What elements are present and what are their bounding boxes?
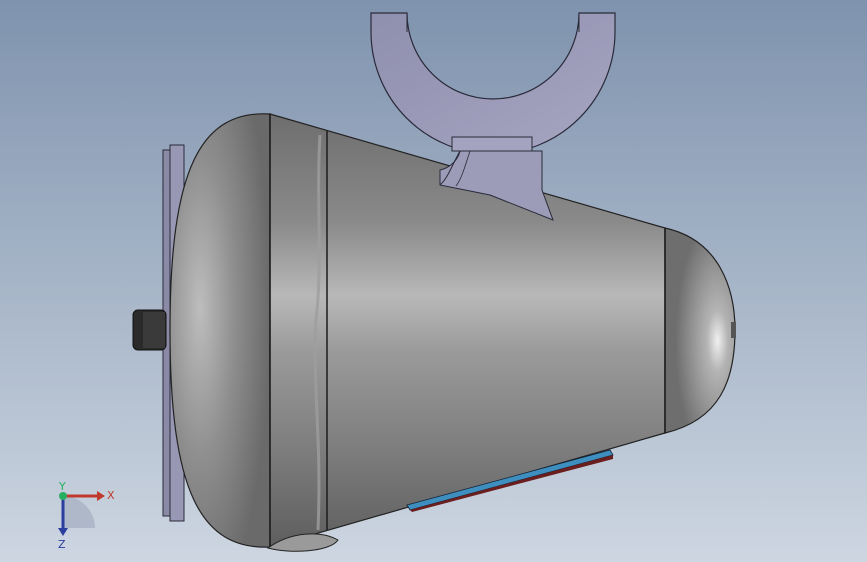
x-arrowhead-icon	[97, 491, 105, 501]
coordinate-triad: X Y Z	[58, 480, 115, 550]
z-arrowhead-icon	[58, 528, 68, 536]
triad-plane	[63, 496, 95, 528]
z-axis-label: Z	[58, 538, 66, 550]
y-axis-dot	[59, 492, 67, 500]
end-tip	[731, 322, 736, 338]
x-axis-label: X	[107, 489, 115, 502]
model-scene[interactable]	[0, 0, 867, 562]
connector-plug[interactable]	[132, 309, 167, 351]
y-axis-label: Y	[58, 480, 66, 493]
graphics-viewport[interactable]: X Y Z	[0, 0, 867, 562]
